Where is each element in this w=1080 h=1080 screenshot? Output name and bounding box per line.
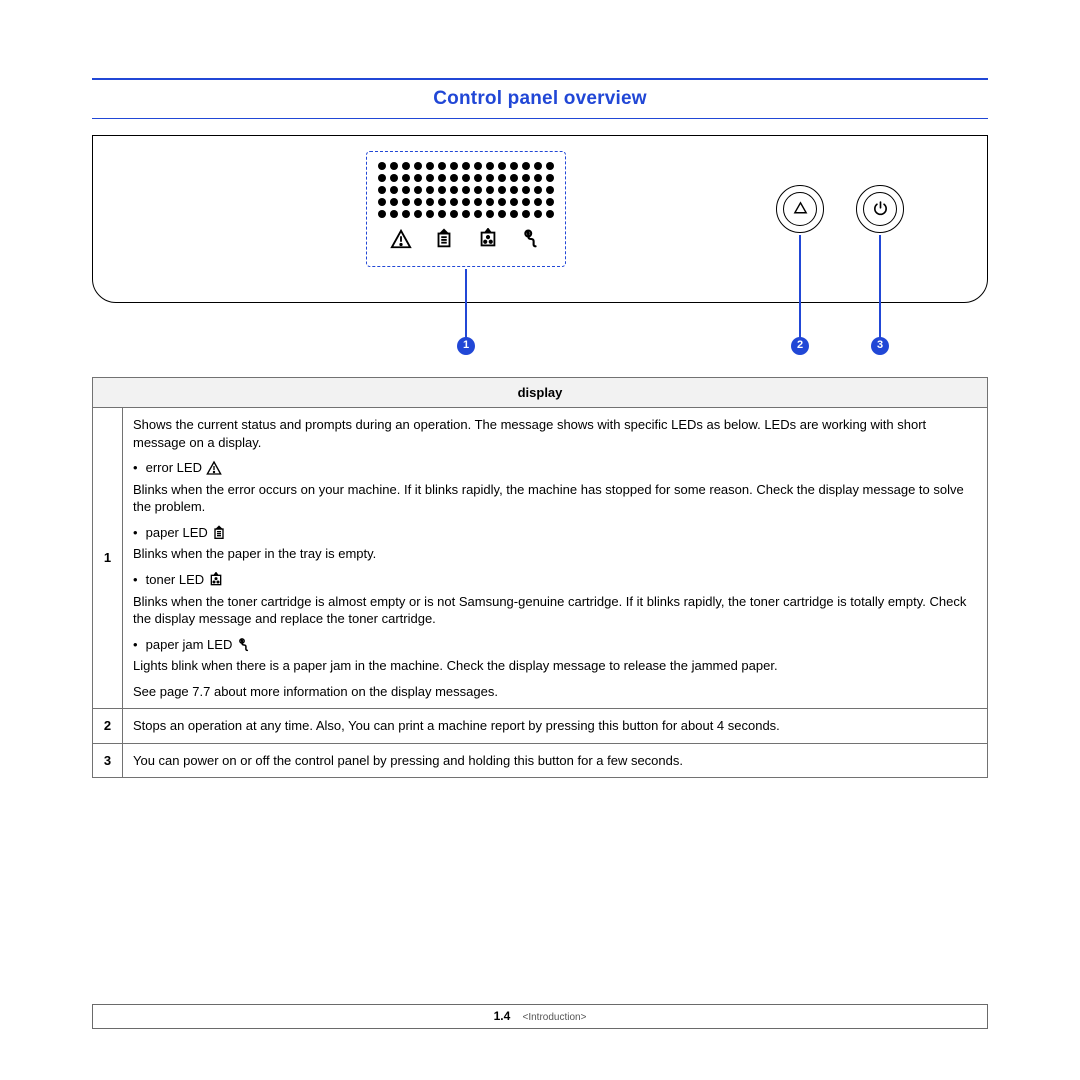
toner-led-label: toner LED: [146, 572, 205, 587]
power-button[interactable]: [856, 185, 904, 233]
callout-1: 1: [457, 337, 475, 355]
warning-icon: [390, 228, 412, 255]
toner-icon: [477, 228, 499, 255]
row3-num: 3: [93, 743, 123, 778]
page-number: 1.4: [494, 1009, 511, 1023]
description-table: display 1 Shows the current status and p…: [92, 377, 988, 779]
paper-icon: [211, 525, 227, 546]
table-header: display: [93, 377, 988, 408]
toner-icon: [208, 572, 224, 593]
callout-line-2: [799, 235, 801, 339]
callout-line-3: [879, 235, 881, 339]
row1-seepage: See page 7.7 about more information on t…: [133, 683, 977, 701]
rule-top: [92, 78, 988, 80]
paper-jam-icon: [236, 637, 252, 658]
control-panel-diagram: 1 2 3: [92, 135, 988, 367]
led-matrix: [379, 162, 553, 218]
row2-num: 2: [93, 709, 123, 744]
rule-bottom: [92, 118, 988, 119]
display-area: [366, 151, 566, 267]
row1-intro: Shows the current status and prompts dur…: [133, 416, 977, 451]
callout-3: 3: [871, 337, 889, 355]
cancel-button[interactable]: [776, 185, 824, 233]
toner-led-desc: Blinks when the toner cartridge is almos…: [133, 593, 977, 628]
paper-led-label: paper LED: [146, 525, 208, 540]
jam-led-label: paper jam LED: [146, 637, 233, 652]
error-led-desc: Blinks when the error occurs on your mac…: [133, 481, 977, 516]
paper-jam-icon: [520, 228, 542, 255]
row3-text: You can power on or off the control pane…: [123, 743, 988, 778]
callout-line-1: [465, 269, 467, 339]
jam-led-desc: Lights blink when there is a paper jam i…: [133, 657, 977, 675]
paper-icon: [433, 228, 455, 255]
error-led-label: error LED: [146, 460, 202, 475]
page-footer: 1.4 <Introduction>: [92, 1004, 988, 1029]
warning-icon: [206, 460, 222, 481]
callout-2: 2: [791, 337, 809, 355]
chapter-label: <Introduction>: [522, 1012, 586, 1023]
row1-num: 1: [93, 408, 123, 709]
row2-text: Stops an operation at any time. Also, Yo…: [123, 709, 988, 744]
paper-led-desc: Blinks when the paper in the tray is emp…: [133, 545, 977, 563]
page-title: Control panel overview: [433, 88, 646, 109]
